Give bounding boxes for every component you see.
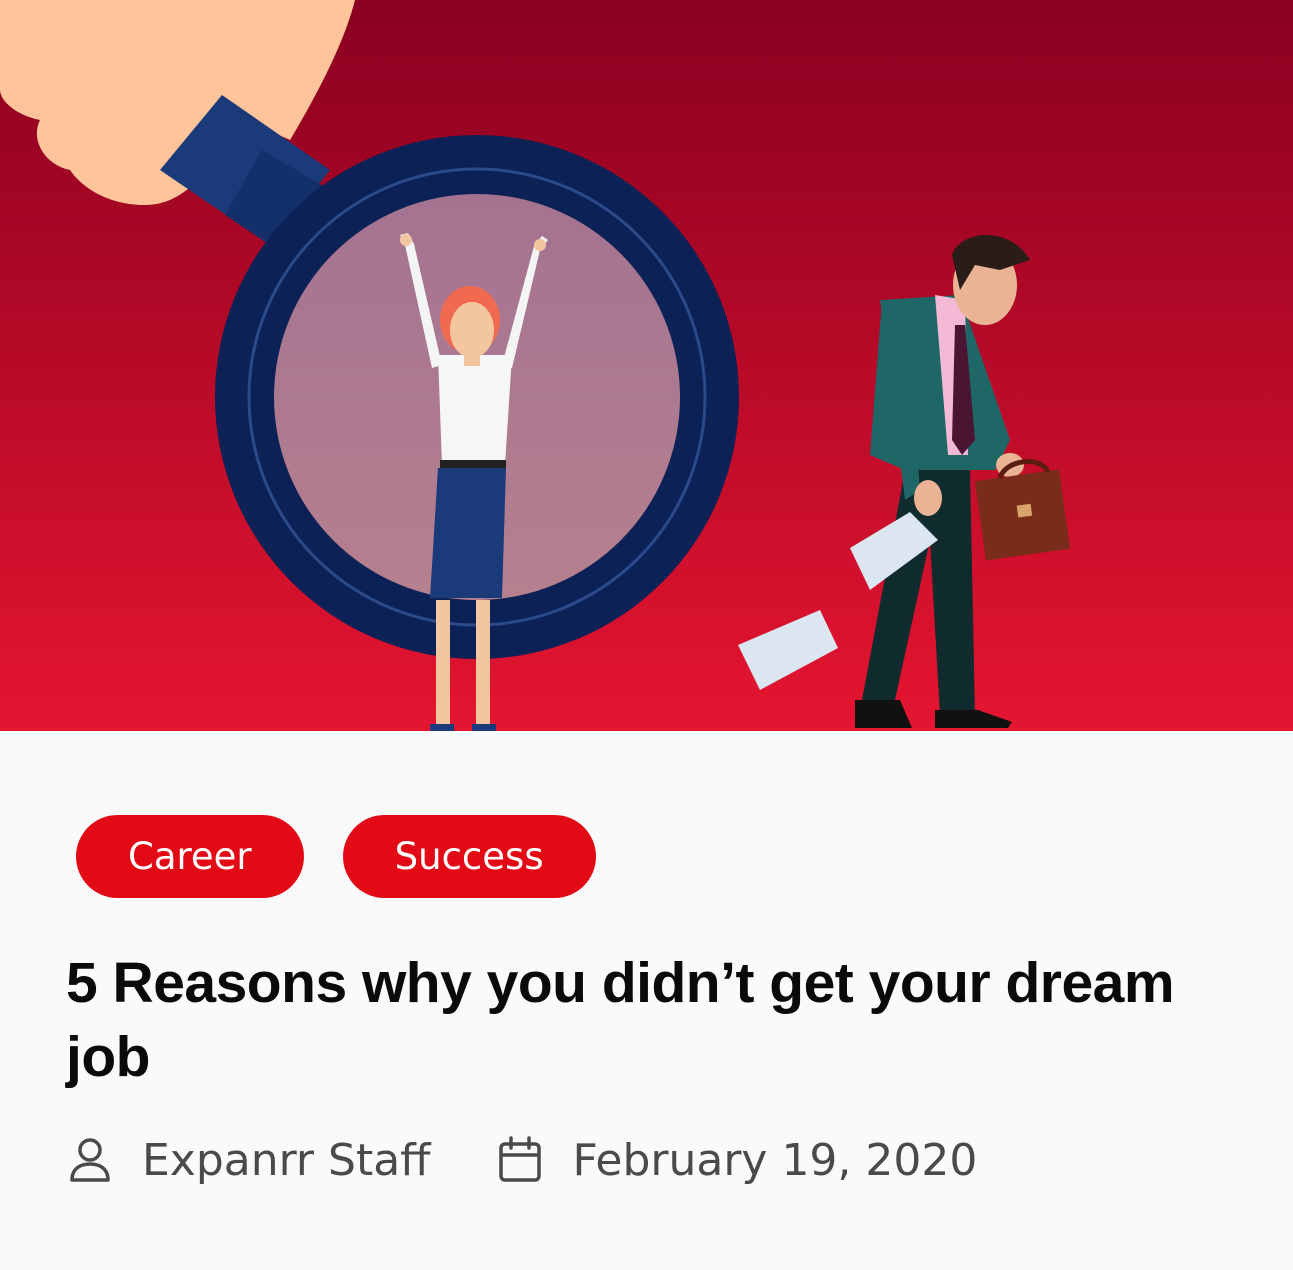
article-title[interactable]: 5 Reasons why you didn’t get your dream … xyxy=(66,946,1246,1094)
hero-image[interactable] xyxy=(0,0,1293,731)
author-name[interactable]: Expanrr Staff xyxy=(142,1135,430,1186)
tag-list: Career Success xyxy=(76,815,596,898)
tag-success[interactable]: Success xyxy=(342,815,596,898)
article-card[interactable]: Career Success 5 Reasons why you didn’t … xyxy=(0,0,1293,1270)
tag-career[interactable]: Career xyxy=(76,815,304,898)
publish-date: February 19, 2020 xyxy=(572,1134,978,1186)
calendar-icon xyxy=(498,1136,542,1184)
person-icon xyxy=(68,1136,112,1184)
article-meta: Expanrr Staff February 19, 2020 xyxy=(68,1130,977,1190)
hero-illustration xyxy=(0,0,1293,731)
